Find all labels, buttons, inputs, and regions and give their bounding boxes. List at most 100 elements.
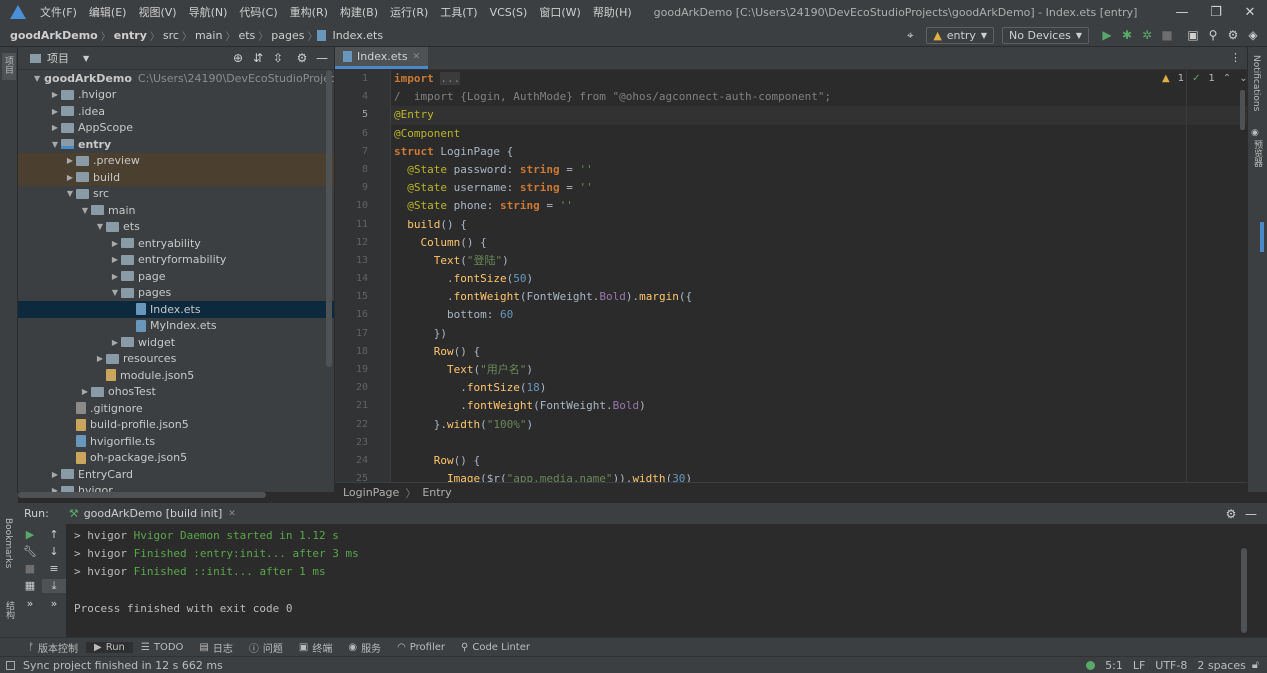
bookmarks-button[interactable]: Bookmarks [3, 518, 18, 571]
menu-window[interactable]: 窗口(W) [533, 4, 586, 20]
tree-scrollbar[interactable] [326, 70, 332, 367]
chevron-down-icon[interactable]: ▼ [64, 189, 76, 198]
device-manager-icon[interactable]: ▣ [1183, 28, 1203, 42]
tree-item[interactable]: MyIndex.ets [18, 318, 334, 335]
chevron-right-icon[interactable]: ▶ [109, 272, 121, 281]
tab-index-ets[interactable]: Index.ets ✕ [335, 47, 429, 69]
debug-icon[interactable]: ✱ [1117, 28, 1137, 42]
caret-position[interactable]: 5:1 [1105, 659, 1123, 672]
menu-tools[interactable]: 工具(T) [434, 4, 483, 20]
more-icon[interactable]: ⋮ [1224, 47, 1247, 69]
close-icon[interactable]: ✕ [1233, 5, 1267, 20]
menu-build[interactable]: 构建(B) [334, 4, 384, 20]
menu-navigate[interactable]: 导航(N) [183, 4, 234, 20]
tree-item[interactable]: ▶ AppScope [18, 120, 334, 137]
tool-run[interactable]: ▶ Run [86, 641, 133, 653]
crumb-ets[interactable]: ets [235, 29, 258, 42]
gear-icon[interactable]: ⚙ [1221, 507, 1241, 521]
crumb-src[interactable]: src [160, 29, 182, 42]
chevron-up-icon[interactable]: ⌃ [1223, 73, 1231, 84]
menu-file[interactable]: 文件(F) [34, 4, 83, 20]
more-icon[interactable]: » [18, 597, 42, 610]
run-config-select[interactable]: ▲ entry ▼ [926, 26, 995, 44]
wrench-icon[interactable]: 🔧︎ [18, 545, 42, 558]
target-icon[interactable]: ⌖ [900, 28, 920, 43]
tree-item[interactable]: oh-package.json5 [18, 450, 334, 467]
menu-refactor[interactable]: 重构(R) [284, 4, 334, 20]
rerun-icon[interactable]: ▶ [18, 528, 42, 541]
stop-icon[interactable]: ■ [1157, 28, 1177, 42]
chevron-right-icon[interactable]: ▶ [109, 338, 121, 347]
tree-item[interactable]: module.json5 [18, 367, 334, 384]
chevron-down-icon[interactable]: ▼ [94, 222, 106, 231]
scroll-to-end-icon[interactable]: ⤓ [42, 579, 66, 593]
code-editor[interactable]: import ... / import {Login, AuthMode} fro… [391, 70, 1247, 482]
tool-problems[interactable]: ⓘ 问题 [241, 640, 291, 655]
chevron-down-icon[interactable]: ▼ [79, 206, 91, 215]
tree-item[interactable]: ▼ ets [18, 219, 334, 236]
chevron-right-icon[interactable]: ▶ [49, 123, 61, 132]
crumb-main[interactable]: main [192, 29, 225, 42]
tree-item[interactable]: ▼ src [18, 186, 334, 203]
tree-item[interactable]: ▶ widget [18, 334, 334, 351]
settings-icon[interactable]: ⚙ [1223, 28, 1243, 42]
more-icon[interactable]: » [42, 597, 66, 610]
close-tab-icon[interactable]: ✕ [413, 52, 421, 62]
inspection-widget[interactable]: ▲ 1 ✓ 1 ⌃ ⌄ [1162, 73, 1248, 84]
minimize-icon[interactable]: — [1165, 5, 1199, 20]
plugins-icon[interactable]: ◈ [1243, 28, 1263, 42]
soft-wrap-icon[interactable]: ≡ [42, 562, 66, 575]
run-tab-label[interactable]: goodArkDemo [build init] [84, 507, 223, 520]
menu-vcs[interactable]: VCS(S) [484, 6, 534, 19]
tree-item[interactable]: ▶ build [18, 169, 334, 186]
chevron-right-icon[interactable]: ▶ [49, 470, 61, 479]
search-icon[interactable]: ⚲ [1203, 28, 1223, 42]
tool-vcs[interactable]: ᚠ 版本控制 [20, 640, 86, 655]
tree-item[interactable]: ▶ entryformability [18, 252, 334, 269]
chevron-right-icon[interactable]: ▶ [64, 173, 76, 182]
tree-item[interactable]: ▶ EntryCard [18, 466, 334, 483]
tree-item[interactable]: ▶ page [18, 268, 334, 285]
tree-item[interactable]: hvigorfile.ts [18, 433, 334, 450]
crumb-entry[interactable]: entry [111, 29, 150, 42]
chevron-right-icon[interactable]: ▶ [109, 255, 121, 264]
expand-all-icon[interactable]: ⇵ [248, 51, 268, 65]
menu-help[interactable]: 帮助(H) [587, 4, 638, 20]
menu-edit[interactable]: 编辑(E) [83, 4, 133, 20]
project-panel-title[interactable]: 项目 [47, 50, 69, 66]
console-scrollbar[interactable] [1241, 548, 1247, 633]
arrow-up-icon[interactable]: ↑ [42, 528, 66, 541]
tree-item[interactable]: build-profile.json5 [18, 417, 334, 434]
tree-item[interactable]: ▼ goodArkDemo C:\Users\24190\DevEcoStudioP… [18, 70, 334, 87]
tree-item[interactable]: ▼ main [18, 202, 334, 219]
gear-icon[interactable]: ⚙ [292, 51, 312, 65]
collapse-all-icon[interactable]: ⇳ [268, 51, 288, 65]
crumb-pages[interactable]: pages [268, 29, 307, 42]
tree-item[interactable]: ▶ .hvigor [18, 87, 334, 104]
menu-code[interactable]: 代码(C) [233, 4, 283, 20]
chevron-right-icon[interactable]: ▶ [109, 239, 121, 248]
tree-item[interactable]: ▶ .idea [18, 103, 334, 120]
tool-log[interactable]: ▤ 日志 [191, 640, 240, 655]
run-console[interactable]: > hvigor Hvigor Daemon started in 1.12 s… [66, 524, 1240, 637]
structure-button[interactable]: 结构 [3, 601, 18, 622]
tool-code-linter[interactable]: ⚲ Code Linter [453, 642, 538, 653]
chevron-right-icon[interactable]: ▶ [49, 90, 61, 99]
tree-item[interactable]: ▶ resources [18, 351, 334, 368]
device-select[interactable]: No Devices ▼ [1002, 26, 1089, 44]
menu-run[interactable]: 运行(R) [384, 4, 434, 20]
line-separator[interactable]: LF [1133, 659, 1145, 672]
tool-todo[interactable]: ☰ TODO [133, 642, 192, 653]
layout-toggle-icon[interactable] [6, 660, 15, 670]
restore-icon[interactable]: ❐ [1199, 5, 1233, 20]
chevron-down-icon[interactable]: ▼ [109, 288, 121, 297]
previewer-button[interactable]: ◉ 预览器 [1251, 128, 1267, 170]
tree-item[interactable]: ▶ entryability [18, 235, 334, 252]
chevron-right-icon[interactable]: ▶ [94, 354, 106, 363]
chevron-right-icon[interactable]: ▶ [49, 107, 61, 116]
breadcrumb-loginpage[interactable]: LoginPage [343, 486, 399, 499]
status-message[interactable]: Sync project finished in 12 s 662 ms [23, 659, 223, 672]
chevron-right-icon[interactable]: ▶ [79, 387, 91, 396]
lock-icon[interactable]: 🔓︎ [1252, 658, 1259, 672]
tree-item[interactable]: ▶ .preview [18, 152, 334, 169]
